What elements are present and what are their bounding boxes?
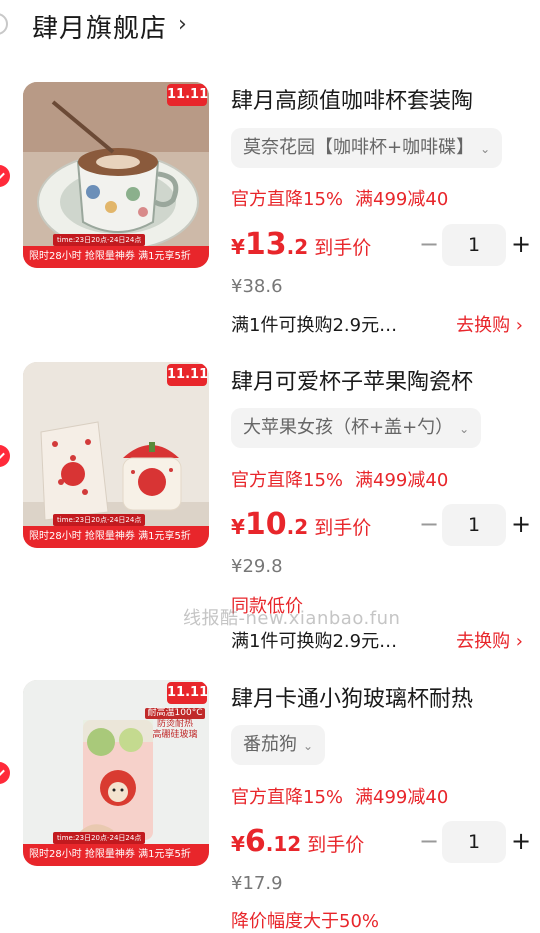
discount-threshold: 满499减40 <box>355 787 449 808</box>
product-title[interactable]: 肆月高颜值咖啡杯套装陶 <box>231 83 521 115</box>
promo-strip: 限时28小时 抢限量神券 满1元享5折 <box>23 526 209 548</box>
discount-threshold: 满499减40 <box>355 470 449 491</box>
final-price: ¥13.2 到手价 <box>231 227 371 262</box>
discount-tags: 官方直降15% 满499减40 <box>231 185 448 211</box>
swap-link[interactable]: 去换购 › <box>456 627 523 653</box>
original-price: ¥29.8 <box>231 556 283 577</box>
watermark: 线报酷-new.xianbao.fun <box>183 608 401 629</box>
variant-selector[interactable]: 莫奈花园【咖啡杯+咖啡碟】 ⌄ <box>231 128 503 168</box>
feature-tag-anti-scald: 防烫耐热 <box>156 719 193 729</box>
price-decimal: .12 <box>265 832 302 856</box>
variant-label: 大苹果女孩（杯+盖+勺） <box>243 417 454 438</box>
double11-badge: 11.11 <box>167 84 208 106</box>
product-image[interactable]: 11.11 time:23日20点-24日24点 限时28小时 抢限量神券 满1… <box>23 362 209 548</box>
price-integer: 6 <box>244 824 266 859</box>
promo-strip: 限时28小时 抢限量神券 满1元享5折 <box>23 844 209 866</box>
product-title[interactable]: 肆月卡通小狗玻璃杯耐热 <box>231 681 521 713</box>
item-select-checkbox[interactable] <box>0 445 10 467</box>
final-price: ¥6.12 到手价 <box>231 824 364 859</box>
quantity-stepper: − 1 + <box>416 821 536 863</box>
quantity-field[interactable]: 1 <box>442 821 506 863</box>
discount-official: 官方直降15% <box>231 470 344 491</box>
variant-label: 莫奈花园【咖啡杯+咖啡碟】 <box>243 137 475 158</box>
price-integer: 10 <box>244 507 287 542</box>
swap-offer: 满1件可换购2.9元… 去换购 › <box>231 627 531 653</box>
currency-symbol: ¥ <box>231 235 245 259</box>
chevron-down-icon: ⌄ <box>303 739 314 753</box>
price-suffix: 到手价 <box>314 237 372 259</box>
chevron-right-icon[interactable]: › <box>178 12 187 37</box>
discount-tags: 官方直降15% 满499减40 <box>231 783 448 809</box>
decrease-button[interactable]: − <box>416 224 442 266</box>
variant-selector[interactable]: 番茄狗 ⌄ <box>231 725 326 765</box>
discount-official: 官方直降15% <box>231 787 344 808</box>
promo-date-label: time:23日20点-24日24点 <box>53 514 146 526</box>
discount-official: 官方直降15% <box>231 189 344 210</box>
swap-link[interactable]: 去换购 › <box>456 311 523 337</box>
currency-symbol: ¥ <box>231 515 245 539</box>
promo-date-label: time:23日20点-24日24点 <box>53 832 146 844</box>
store-header: 肆月旗舰店 › <box>0 0 540 56</box>
original-price: ¥38.6 <box>231 276 283 297</box>
product-feature-tags: 耐高温100°C 防烫耐热 高硼硅玻璃 <box>145 708 205 741</box>
price-suffix: 到手价 <box>314 517 372 539</box>
promo-date-label: time:23日20点-24日24点 <box>53 234 146 246</box>
price-suffix: 到手价 <box>307 834 365 856</box>
increase-button[interactable]: + <box>508 224 534 266</box>
currency-symbol: ¥ <box>231 832 245 856</box>
discount-tags: 官方直降15% 满499减40 <box>231 466 448 492</box>
product-title[interactable]: 肆月可爱杯子苹果陶瓷杯 <box>231 364 521 396</box>
product-image[interactable]: 11.11 耐高温100°C 防烫耐热 高硼硅玻璃 time:23日20点-24… <box>23 680 209 866</box>
price-decimal: .2 <box>286 235 309 259</box>
swap-offer-text: 满1件可换购2.9元… <box>231 631 398 652</box>
original-price: ¥17.9 <box>231 873 283 894</box>
item-select-checkbox[interactable] <box>0 762 10 784</box>
decrease-button[interactable]: − <box>416 821 442 863</box>
double11-badge: 11.11 <box>167 682 208 704</box>
feature-tag-heat: 耐高温100°C <box>145 708 205 719</box>
chevron-down-icon: ⌄ <box>480 142 491 156</box>
double11-badge: 11.11 <box>167 364 208 386</box>
store-name[interactable]: 肆月旗舰店 <box>32 8 167 45</box>
quantity-field[interactable]: 1 <box>442 224 506 266</box>
increase-button[interactable]: + <box>508 504 534 546</box>
increase-button[interactable]: + <box>508 821 534 863</box>
store-select-checkbox[interactable] <box>0 13 8 35</box>
discount-threshold: 满499减40 <box>355 189 449 210</box>
quantity-stepper: − 1 + <box>416 224 536 266</box>
variant-selector[interactable]: 大苹果女孩（杯+盖+勺） ⌄ <box>231 408 482 448</box>
swap-offer-text: 满1件可换购2.9元… <box>231 315 398 336</box>
price-decimal: .2 <box>286 515 309 539</box>
item-select-checkbox[interactable] <box>0 165 10 187</box>
quantity-stepper: − 1 + <box>416 504 536 546</box>
chevron-down-icon: ⌄ <box>459 422 470 436</box>
final-price: ¥10.2 到手价 <box>231 507 371 542</box>
swap-offer: 满1件可换购2.9元… 去换购 › <box>231 311 531 337</box>
price-integer: 13 <box>244 227 287 262</box>
price-note: 降价幅度大于50% <box>231 911 380 932</box>
product-image[interactable]: 11.11 time:23日20点-24日24点 限时28小时 抢限量神券 满1… <box>23 82 209 268</box>
promo-strip: 限时28小时 抢限量神券 满1元享5折 <box>23 246 209 268</box>
quantity-field[interactable]: 1 <box>442 504 506 546</box>
decrease-button[interactable]: − <box>416 504 442 546</box>
feature-tag-glass: 高硼硅玻璃 <box>152 730 198 740</box>
variant-label: 番茄狗 <box>243 734 297 755</box>
